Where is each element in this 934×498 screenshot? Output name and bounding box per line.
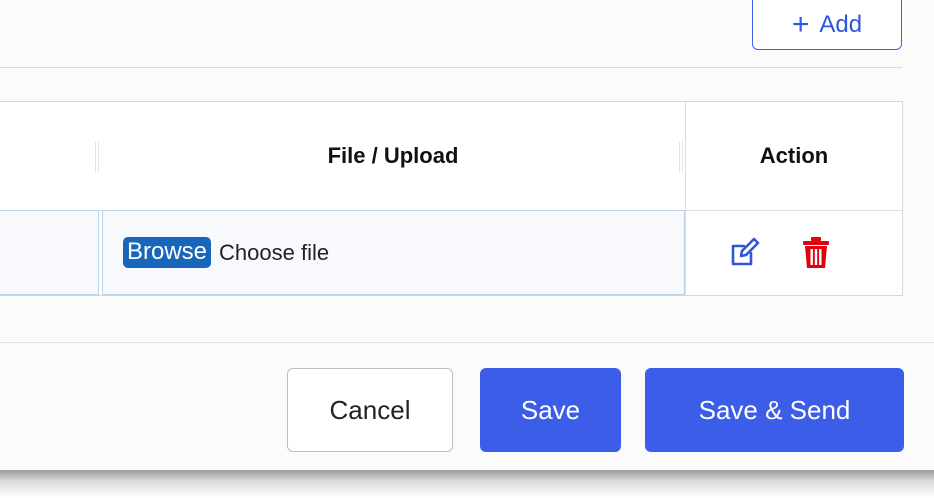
row-actions: [686, 210, 902, 295]
table-header: File / Upload Action: [0, 102, 902, 211]
edit-icon[interactable]: [726, 235, 762, 271]
modal-shadow: [0, 470, 934, 498]
add-button-label: Add: [819, 11, 863, 38]
file-upload-field[interactable]: Browse Choose file: [102, 210, 685, 295]
footer-divider: [0, 342, 934, 343]
attachments-table: File / Upload Action Browse Choose file: [0, 101, 903, 296]
column-resize-handle[interactable]: [95, 142, 99, 172]
save-and-send-button[interactable]: Save & Send: [645, 368, 904, 452]
file-name-placeholder: Choose file: [219, 239, 330, 265]
column-resize-handle[interactable]: [679, 142, 683, 172]
trash-icon[interactable]: [798, 235, 834, 271]
plus-icon: +: [791, 8, 810, 41]
page: + Add File / Upload Action Browse Choose…: [0, 0, 934, 498]
header-divider: [0, 67, 902, 68]
modal-dialog: + Add File / Upload Action Browse Choose…: [0, 0, 934, 470]
save-button[interactable]: Save: [480, 368, 621, 452]
table-row: Browse Choose file: [0, 210, 902, 296]
table-cell-input[interactable]: [0, 210, 99, 295]
browse-button[interactable]: Browse: [123, 237, 212, 268]
column-header-action: Action: [759, 143, 829, 168]
column-header-file-upload: File / Upload: [327, 143, 459, 168]
cancel-button[interactable]: Cancel: [287, 368, 453, 452]
add-button[interactable]: + Add: [752, 0, 902, 50]
